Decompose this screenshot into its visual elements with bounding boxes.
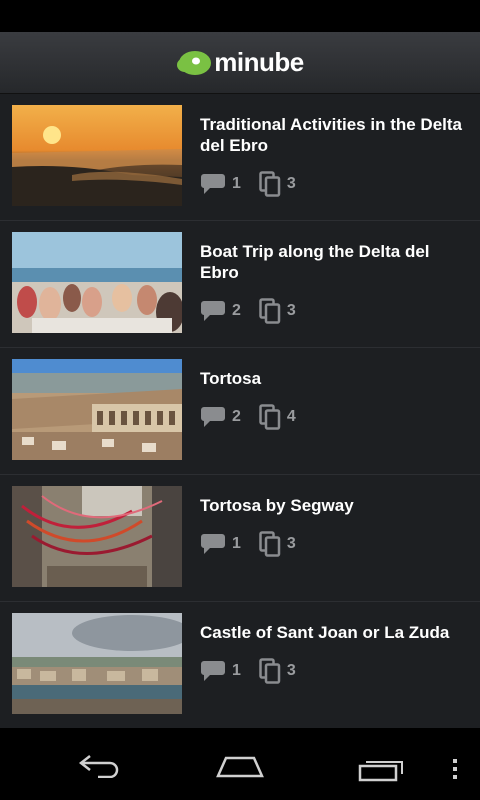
app-bar: minube <box>0 32 480 94</box>
photo-count: 3 <box>259 298 296 324</box>
comment-count: 1 <box>200 660 241 682</box>
photo-count: 3 <box>259 531 296 557</box>
comment-bubble-icon <box>201 301 225 321</box>
status-bar <box>0 0 480 32</box>
photo-stack-icon <box>259 404 281 430</box>
recent-apps-icon[interactable] <box>358 758 404 782</box>
comment-count: 2 <box>200 300 241 322</box>
place-title: Boat Trip along the Delta del Ebro <box>200 242 430 282</box>
place-title: Castle of Sant Joan or La Zuda <box>200 623 450 642</box>
places-list[interactable]: Traditional Activities in the Delta del … <box>0 94 480 728</box>
comment-bubble-icon <box>201 174 225 194</box>
list-item[interactable]: Traditional Activities in the Delta del … <box>0 94 480 221</box>
photo-count: 3 <box>259 171 296 197</box>
place-thumbnail <box>12 486 182 587</box>
minube-logo-icon <box>177 50 212 75</box>
logo-text: minube <box>214 47 304 77</box>
comment-bubble-icon <box>201 407 225 427</box>
minube-logo[interactable]: minube <box>176 47 304 78</box>
place-title: Tortosa by Segway <box>200 496 354 515</box>
overflow-menu-icon[interactable] <box>452 758 458 780</box>
photo-stack-icon <box>259 171 281 197</box>
list-item[interactable]: Tortosa 2 4 <box>0 348 480 475</box>
list-item[interactable]: Boat Trip along the Delta del Ebro 2 3 <box>0 221 480 348</box>
navigation-bar <box>0 728 480 800</box>
back-icon[interactable] <box>78 752 122 778</box>
comment-bubble-icon <box>201 661 225 681</box>
comment-count: 1 <box>200 173 241 195</box>
photo-stack-icon <box>259 658 281 684</box>
place-title: Traditional Activities in the Delta del … <box>200 115 462 155</box>
place-thumbnail <box>12 232 182 333</box>
photo-count: 3 <box>259 658 296 684</box>
home-icon[interactable] <box>216 754 264 778</box>
photo-stack-icon <box>259 531 281 557</box>
comment-bubble-icon <box>201 534 225 554</box>
place-thumbnail <box>12 105 182 206</box>
place-title: Tortosa <box>200 369 262 388</box>
list-item[interactable]: Castle of Sant Joan or La Zuda 1 3 <box>0 602 480 728</box>
photo-stack-icon <box>259 298 281 324</box>
place-thumbnail <box>12 613 182 714</box>
comment-count: 2 <box>200 406 241 428</box>
list-item[interactable]: Tortosa by Segway 1 3 <box>0 475 480 602</box>
place-thumbnail <box>12 359 182 460</box>
comment-count: 1 <box>200 533 241 555</box>
photo-count: 4 <box>259 404 296 430</box>
